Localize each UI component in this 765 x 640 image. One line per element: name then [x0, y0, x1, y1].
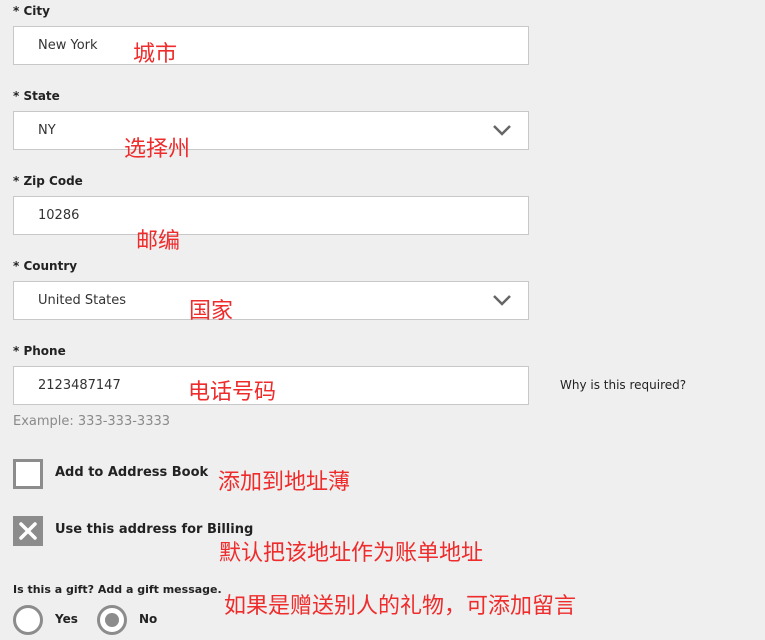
phone-label: * Phone — [13, 344, 66, 358]
radio-selected-dot — [105, 613, 119, 627]
annotation-zip: 邮编 — [136, 229, 181, 254]
phone-value: 2123487147 — [38, 378, 121, 393]
zip-value: 10286 — [38, 208, 80, 223]
annotation-city: 城市 — [133, 42, 178, 67]
annotation-country: 国家 — [189, 299, 234, 324]
gift-no-label: No — [139, 612, 158, 626]
zip-input[interactable]: 10286 — [13, 196, 529, 235]
country-label: * Country — [13, 259, 78, 273]
annotation-gift: 如果是赠送别人的礼物，可添加留言 — [224, 594, 577, 619]
country-select[interactable]: United States — [13, 281, 529, 320]
city-input[interactable]: New York — [13, 26, 529, 65]
address-book-label: Add to Address Book — [55, 465, 209, 480]
address-book-checkbox[interactable] — [13, 459, 43, 489]
state-select[interactable]: NY — [13, 111, 529, 150]
billing-checkbox[interactable] — [13, 516, 43, 546]
check-x-icon — [19, 522, 37, 540]
gift-no-radio[interactable] — [97, 605, 127, 635]
gift-question: Is this a gift? Add a gift message. — [13, 583, 222, 596]
gift-yes-label: Yes — [55, 612, 78, 626]
annotation-address-book: 添加到地址薄 — [218, 470, 351, 495]
annotation-phone: 电话号码 — [188, 380, 277, 405]
chevron-down-icon — [493, 125, 511, 136]
annotation-state: 选择州 — [124, 137, 191, 162]
annotation-billing: 默认把该地址作为账单地址 — [219, 541, 484, 566]
why-required-link[interactable]: Why is this required? — [560, 378, 686, 392]
state-label: * State — [13, 89, 60, 103]
country-value: United States — [38, 293, 127, 308]
chevron-down-icon — [493, 295, 511, 306]
city-value: New York — [38, 38, 98, 53]
phone-example-hint: Example: 333-333-3333 — [13, 414, 171, 429]
city-label: * City — [13, 4, 50, 18]
state-value: NY — [38, 123, 56, 138]
zip-label: * Zip Code — [13, 174, 83, 188]
gift-yes-radio[interactable] — [13, 605, 43, 635]
